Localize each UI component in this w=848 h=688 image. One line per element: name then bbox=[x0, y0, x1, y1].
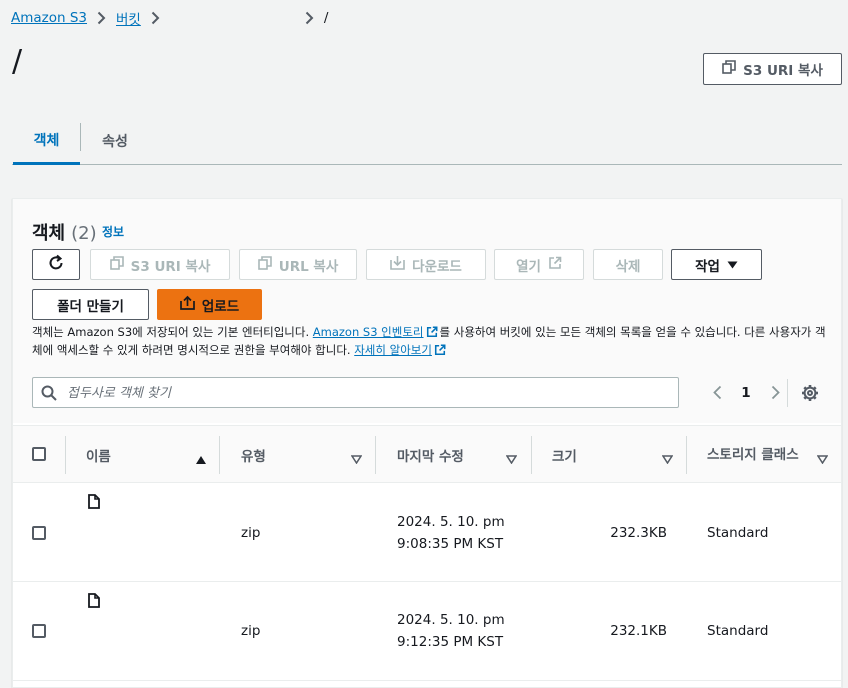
column-divider bbox=[219, 436, 220, 474]
object-size: 232.1KB bbox=[610, 623, 667, 639]
copy-url-label: URL 복사 bbox=[278, 258, 339, 275]
copy-icon bbox=[109, 255, 124, 274]
inventory-link[interactable]: Amazon S3 인벤토리 bbox=[313, 325, 424, 339]
object-modified-date: 2024. 5. 10. pm bbox=[397, 612, 505, 628]
sort-down-icon[interactable] bbox=[350, 449, 363, 468]
search-box bbox=[32, 377, 679, 408]
table-row[interactable]: zip 2024. 5. 10. pm 9:12:35 PM KST 232.1… bbox=[13, 583, 841, 681]
page-number[interactable]: 1 bbox=[731, 385, 761, 401]
search-icon bbox=[41, 385, 57, 405]
download-button[interactable]: 다운로드 bbox=[366, 249, 486, 280]
upload-icon bbox=[180, 295, 195, 314]
table-row[interactable]: zip 2024. 5. 10. pm 9:08:35 PM KST 232.3… bbox=[13, 484, 841, 582]
breadcrumb-amazon-s3[interactable]: Amazon S3 bbox=[11, 10, 87, 26]
file-icon bbox=[88, 494, 100, 513]
column-header-modified[interactable]: 마지막 수정 bbox=[397, 426, 464, 484]
chevron-right-icon[interactable] bbox=[761, 385, 789, 400]
refresh-icon bbox=[47, 254, 65, 276]
object-type: zip bbox=[241, 525, 261, 541]
objects-count: (2) bbox=[71, 223, 97, 244]
copy-icon bbox=[722, 60, 736, 78]
gear-icon[interactable] bbox=[801, 384, 819, 406]
objects-panel-title: 객체 (2) bbox=[32, 219, 97, 245]
sort-down-icon[interactable] bbox=[816, 449, 829, 468]
object-modified-date: 2024. 5. 10. pm bbox=[397, 514, 505, 530]
object-storage-class: Standard bbox=[707, 525, 769, 541]
object-modified-time: 9:08:35 PM KST bbox=[397, 536, 504, 552]
delete-label: 삭제 bbox=[615, 258, 641, 275]
info-link[interactable]: 정보 bbox=[102, 223, 124, 240]
pagination-divider bbox=[787, 379, 788, 407]
open-button[interactable]: 열기 bbox=[494, 249, 584, 280]
file-icon bbox=[88, 593, 100, 612]
create-folder-label: 폴더 만들기 bbox=[57, 298, 124, 315]
column-divider bbox=[531, 436, 532, 474]
column-divider bbox=[65, 436, 66, 474]
actions-label: 작업 bbox=[695, 258, 720, 275]
objects-panel: 객체 (2) 정보 S3 URI 복사 URL 복사 다운로드 열기 삭제 작업… bbox=[12, 198, 842, 688]
copy-s3-uri-toolbar-label: S3 URI 복사 bbox=[130, 258, 211, 275]
tab-list: 객체 속성 bbox=[12, 117, 842, 165]
tab-objects[interactable]: 객체 bbox=[13, 117, 80, 165]
column-header-storage-class[interactable]: 스토리지 클래스 bbox=[707, 426, 807, 484]
external-link-icon bbox=[426, 326, 438, 342]
sort-down-icon[interactable] bbox=[661, 449, 674, 468]
chevron-right-icon bbox=[305, 11, 314, 25]
breadcrumb-buckets[interactable]: 버킷 bbox=[116, 8, 141, 28]
object-storage-class: Standard bbox=[707, 623, 769, 639]
copy-s3-uri-label: S3 URI 복사 bbox=[743, 63, 823, 79]
select-all-checkbox[interactable] bbox=[32, 447, 46, 461]
download-icon bbox=[390, 255, 405, 274]
chevron-right-icon bbox=[97, 11, 106, 25]
sort-up-icon[interactable] bbox=[196, 449, 206, 468]
object-modified-time: 9:12:35 PM KST bbox=[397, 634, 504, 650]
sort-down-icon[interactable] bbox=[505, 449, 518, 468]
upload-button[interactable]: 업로드 bbox=[157, 289, 262, 320]
learn-more-link[interactable]: 자세히 알아보기 bbox=[354, 343, 432, 357]
copy-s3-uri-toolbar-button[interactable]: S3 URI 복사 bbox=[90, 249, 230, 280]
column-divider bbox=[375, 436, 376, 474]
objects-panel-header: 객체 (2) 정보 S3 URI 복사 URL 복사 다운로드 열기 삭제 작업… bbox=[13, 199, 841, 423]
tab-properties[interactable]: 속성 bbox=[81, 117, 149, 165]
object-size: 232.3KB bbox=[610, 525, 667, 541]
caret-down-icon bbox=[727, 257, 738, 273]
refresh-button[interactable] bbox=[32, 249, 80, 280]
actions-dropdown[interactable]: 작업 bbox=[671, 249, 762, 280]
objects-description: 객체는 Amazon S3에 저장되어 있는 기본 엔터티입니다. Amazon… bbox=[32, 324, 832, 360]
pagination: 1 bbox=[703, 377, 789, 408]
download-label: 다운로드 bbox=[412, 258, 462, 275]
search-input[interactable] bbox=[65, 382, 665, 404]
column-header-type[interactable]: 유형 bbox=[241, 426, 266, 484]
copy-url-button[interactable]: URL 복사 bbox=[239, 249, 357, 280]
table-header: 이름 유형 마지막 수정 크기 스토리지 클래스 bbox=[13, 425, 841, 483]
breadcrumb-current: / bbox=[323, 10, 329, 26]
row-checkbox[interactable] bbox=[32, 526, 46, 540]
upload-label: 업로드 bbox=[201, 298, 240, 315]
description-text-1: 객체는 Amazon S3에 저장되어 있는 기본 엔터티입니다. bbox=[32, 325, 310, 339]
external-link-icon bbox=[434, 344, 446, 360]
object-type: zip bbox=[241, 623, 261, 639]
copy-s3-uri-button[interactable]: S3 URI 복사 bbox=[703, 53, 842, 85]
objects-title-text: 객체 bbox=[32, 223, 66, 244]
column-divider bbox=[686, 436, 687, 474]
chevron-right-icon bbox=[151, 11, 160, 25]
open-label: 열기 bbox=[516, 258, 541, 275]
page-title: / bbox=[12, 44, 23, 79]
column-header-size[interactable]: 크기 bbox=[552, 426, 577, 484]
row-checkbox[interactable] bbox=[32, 624, 46, 638]
chevron-left-icon[interactable] bbox=[703, 385, 731, 400]
copy-icon bbox=[257, 255, 272, 274]
delete-button[interactable]: 삭제 bbox=[593, 249, 663, 280]
column-header-name[interactable]: 이름 bbox=[86, 426, 111, 484]
breadcrumb: Amazon S3 버킷 / bbox=[11, 8, 328, 28]
external-link-icon bbox=[548, 256, 562, 274]
create-folder-button[interactable]: 폴더 만들기 bbox=[32, 289, 149, 320]
